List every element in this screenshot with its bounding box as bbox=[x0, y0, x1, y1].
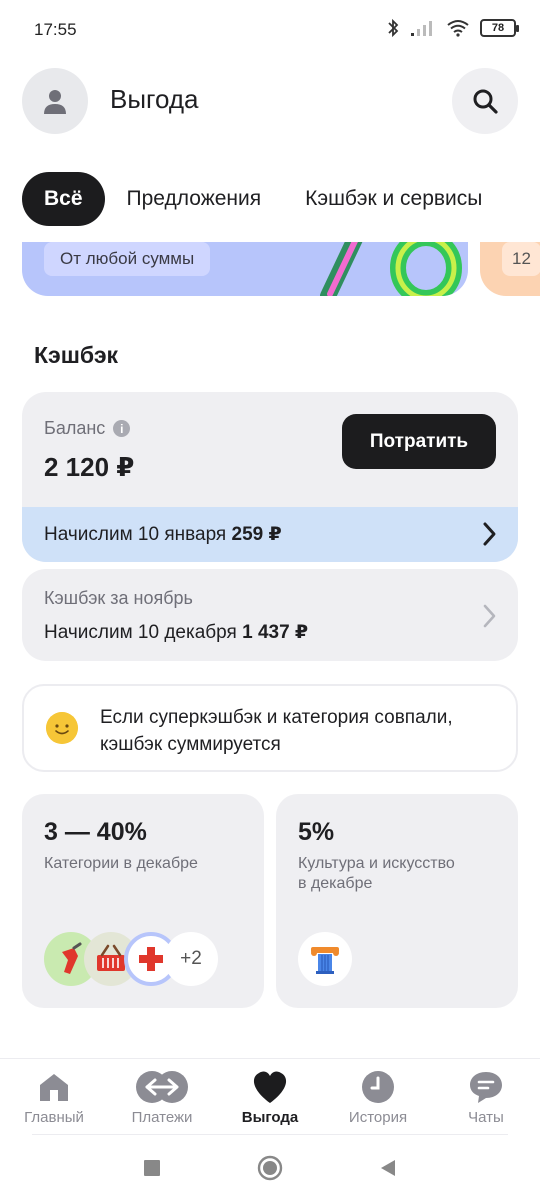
tab-offers[interactable]: Предложения bbox=[105, 172, 284, 226]
home-system-button[interactable] bbox=[256, 1154, 284, 1182]
back-button[interactable] bbox=[374, 1154, 402, 1182]
home-icon bbox=[40, 1074, 68, 1101]
battery-indicator: 78 bbox=[480, 19, 519, 37]
nav-item-home[interactable]: Главный bbox=[4, 1069, 104, 1126]
recent-apps-button[interactable] bbox=[138, 1154, 166, 1182]
bottom-navigation: Главный Платежи Выгода История Чаты bbox=[0, 1058, 540, 1136]
november-accrual: Начислим 10 декабря 1 437 ₽ bbox=[44, 621, 308, 644]
info-icon[interactable]: i bbox=[113, 420, 131, 437]
heart-icon bbox=[253, 1071, 287, 1103]
nav-divider bbox=[32, 1134, 508, 1135]
culture-percent: 5% bbox=[298, 818, 335, 846]
promo-card-next[interactable]: 12 bbox=[480, 242, 540, 296]
status-time: 17:55 bbox=[34, 20, 77, 39]
culture-desc-line-2: в декабре bbox=[298, 875, 373, 892]
categories-desc: Категории в декабре bbox=[44, 855, 198, 872]
november-title: Кэшбэк за ноябрь bbox=[44, 588, 193, 608]
nav-label-home: Главный bbox=[24, 1109, 84, 1126]
nav-label-benefits: Выгода bbox=[241, 1109, 299, 1126]
balance-card: Баланс i 2 120 ₽ Потратить Начислим 10 я… bbox=[22, 392, 518, 562]
tip-card[interactable]: Если суперкэшбэк и категория совпали, кэ… bbox=[22, 684, 518, 772]
promo-percent-graphic bbox=[320, 242, 462, 296]
tip-line-1: Если суперкэшбэк и категория совпали, bbox=[100, 707, 453, 728]
balance-value: 2 120 ₽ bbox=[44, 452, 135, 482]
nav-item-history[interactable]: История bbox=[328, 1069, 428, 1126]
clock-icon bbox=[362, 1071, 394, 1103]
promo-carousel: От любой суммы 12 bbox=[0, 242, 540, 298]
nav-item-payments[interactable]: Платежи bbox=[112, 1069, 212, 1126]
user-icon bbox=[44, 90, 66, 114]
promo-card[interactable]: От любой суммы bbox=[22, 242, 468, 296]
accrual-text: Начислим 10 января bbox=[44, 523, 227, 545]
signal-icon bbox=[411, 21, 432, 36]
nav-label-chats: Чаты bbox=[468, 1109, 504, 1126]
bluetooth-icon bbox=[388, 18, 399, 38]
smile-icon bbox=[46, 712, 78, 744]
back-triangle-icon bbox=[381, 1160, 395, 1176]
search-button[interactable] bbox=[452, 68, 518, 134]
circle-icon bbox=[257, 1155, 283, 1181]
promo-chip: От любой суммы bbox=[44, 242, 211, 276]
payments-icon bbox=[136, 1071, 188, 1103]
system-navigation bbox=[0, 1136, 540, 1200]
nav-item-benefits[interactable]: Выгода bbox=[220, 1069, 320, 1126]
categories-percent: 3 — 40% bbox=[44, 818, 147, 846]
tip-line-2: кэшбэк суммируется bbox=[100, 734, 281, 755]
filter-tabs: Всё Предложения Кэшбэк и сервисы bbox=[22, 172, 504, 226]
promo-chip-next: 12 bbox=[502, 242, 540, 276]
accrual-row[interactable]: Начислим 10 января 259 ₽ bbox=[22, 507, 518, 562]
tip-text: Если суперкэшбэк и категория совпали, кэ… bbox=[100, 704, 453, 758]
more-categories-badge: +2 bbox=[164, 932, 218, 986]
culture-desc-line-1: Культура и искусство bbox=[298, 855, 455, 872]
chat-icon bbox=[470, 1072, 502, 1103]
november-text: Начислим 10 декабря bbox=[44, 622, 237, 643]
categories-card[interactable]: 3 — 40% Категории в декабре +2 bbox=[22, 794, 264, 1008]
culture-card[interactable]: 5% Культура и искусство в декабре bbox=[276, 794, 518, 1008]
search-icon bbox=[473, 89, 498, 114]
section-title-cashback: Кэшбэк bbox=[34, 342, 119, 368]
spend-button[interactable]: Потратить bbox=[342, 414, 496, 469]
header: Выгода bbox=[22, 68, 518, 134]
status-bar: 17:55 78 bbox=[0, 0, 540, 60]
november-cashback-card[interactable]: Кэшбэк за ноябрь Начислим 10 декабря 1 4… bbox=[22, 569, 518, 661]
column-icon bbox=[298, 932, 352, 986]
tab-cashback-services[interactable]: Кэшбэк и сервисы bbox=[283, 172, 504, 226]
wifi-icon bbox=[447, 20, 469, 37]
status-icons: 78 bbox=[386, 18, 519, 38]
nav-label-payments: Платежи bbox=[131, 1109, 193, 1126]
chevron-right-icon bbox=[483, 604, 496, 628]
nav-label-history: История bbox=[348, 1109, 408, 1126]
tab-all[interactable]: Всё bbox=[22, 172, 105, 226]
accrual-amount: 259 ₽ bbox=[231, 524, 282, 545]
balance-label: Баланс i bbox=[44, 418, 131, 439]
page-title: Выгода bbox=[110, 84, 199, 114]
square-icon bbox=[144, 1160, 160, 1176]
chevron-right-icon bbox=[483, 522, 496, 546]
november-amount: 1 437 ₽ bbox=[242, 622, 309, 643]
nav-item-chats[interactable]: Чаты bbox=[436, 1069, 536, 1126]
avatar[interactable] bbox=[22, 68, 88, 134]
culture-desc: Культура и искусство в декабре bbox=[298, 854, 455, 894]
balance-label-text: Баланс bbox=[44, 418, 106, 438]
